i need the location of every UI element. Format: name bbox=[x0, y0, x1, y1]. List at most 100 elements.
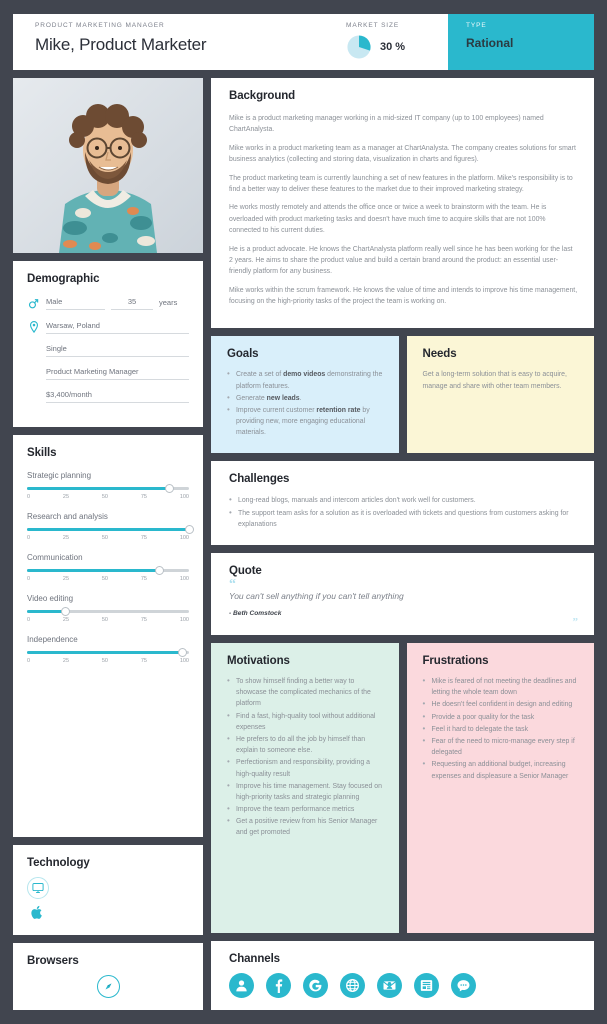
chat-message-icon[interactable] bbox=[451, 973, 476, 998]
demographic-card: Demographic Male 35 years Warsaw, Poland bbox=[13, 261, 203, 427]
skill-slider-thumb[interactable] bbox=[155, 566, 165, 575]
skill-scale-tick: 0 bbox=[27, 494, 31, 500]
skill-scale-tick: 50 bbox=[101, 617, 108, 623]
list-item: To show himself finding a better way to … bbox=[227, 675, 383, 710]
skill-scale-tick: 25 bbox=[62, 494, 70, 500]
skill-scale-tick: 0 bbox=[27, 658, 31, 664]
background-paragraph: Mike works within the scrum framework. H… bbox=[229, 286, 578, 306]
location-pin-icon bbox=[27, 320, 40, 334]
skill-slider-thumb[interactable] bbox=[61, 607, 71, 616]
list-item: Get a positive review from his Senior Ma… bbox=[227, 815, 383, 838]
skill-slider-fill bbox=[27, 569, 160, 572]
persona-type-block: TYPE Rational bbox=[448, 14, 594, 70]
demographic-row-income: $3,400/month bbox=[27, 390, 189, 403]
skill-scale-tick: 100 bbox=[179, 617, 189, 623]
blog-article-icon[interactable] bbox=[414, 973, 439, 998]
type-value: Rational bbox=[466, 36, 514, 50]
skill-scale-tick: 100 bbox=[179, 576, 189, 582]
marital-status-value[interactable]: Single bbox=[46, 344, 189, 357]
person-icon[interactable] bbox=[229, 973, 254, 998]
skill-slider[interactable] bbox=[27, 525, 194, 534]
market-size-pie-chart bbox=[347, 35, 371, 59]
skill-scale-tick: 75 bbox=[140, 658, 147, 664]
type-label: TYPE bbox=[466, 22, 487, 29]
skill-label: Independence bbox=[27, 635, 78, 644]
income-value[interactable]: $3,400/month bbox=[46, 390, 189, 403]
skill-scale-tick: 100 bbox=[179, 535, 189, 541]
facebook-icon[interactable] bbox=[266, 973, 291, 998]
skill-scale-tick: 0 bbox=[27, 576, 31, 582]
safari-compass-icon[interactable] bbox=[96, 975, 120, 998]
age-value[interactable]: 35 bbox=[111, 297, 153, 310]
skill-scale-tick: 75 bbox=[140, 494, 147, 500]
persona-header: PRODUCT MARKETING MANAGER Mike, Product … bbox=[13, 14, 594, 70]
gender-value[interactable]: Male bbox=[46, 297, 105, 310]
skill-slider-thumb[interactable] bbox=[184, 525, 194, 534]
google-icon[interactable] bbox=[303, 973, 328, 998]
skills-title: Skills bbox=[27, 447, 57, 459]
skill-scale-tick: 100 bbox=[179, 658, 189, 664]
skill-scale-tick: 0 bbox=[27, 535, 31, 541]
list-item: Perfectionism and responsibility, provid… bbox=[227, 756, 383, 779]
skill-slider[interactable] bbox=[27, 607, 189, 616]
market-size-value: 30 % bbox=[380, 41, 406, 53]
needs-title: Needs bbox=[422, 348, 457, 361]
frustrations-title: Frustrations bbox=[422, 655, 489, 668]
channels-card: Channels bbox=[211, 941, 594, 1010]
skill-label: Research and analysis bbox=[27, 512, 108, 521]
skill-scale-tick: 25 bbox=[62, 617, 70, 623]
skill-slider-fill bbox=[27, 528, 189, 531]
location-value[interactable]: Warsaw, Poland bbox=[46, 321, 189, 334]
skills-card: Skills Strategic planning 0 25 50 75 100 Resea… bbox=[13, 435, 203, 837]
skill-scale: 0 25 50 75 100 bbox=[27, 658, 189, 664]
skill-slider-thumb[interactable] bbox=[165, 484, 175, 493]
list-item: Generate new leads. bbox=[227, 392, 383, 405]
background-paragraph: He is a product advocate. He knows the C… bbox=[229, 245, 573, 276]
list-item: Long-read blogs, manuals and intercom ar… bbox=[229, 494, 578, 507]
persona-photo bbox=[13, 78, 203, 253]
skill-scale-tick: 0 bbox=[27, 617, 31, 623]
list-item: Find a fast, high-quality tool without a… bbox=[227, 710, 383, 733]
list-item: Mike is feared of not meeting the deadli… bbox=[423, 675, 579, 698]
quote-text: You can't sell anything if you can't tel… bbox=[229, 590, 404, 601]
background-paragraphs: Mike is a product marketing manager work… bbox=[229, 113, 578, 307]
desktop-monitor-icon[interactable] bbox=[27, 877, 49, 899]
market-size-block: MARKET SIZE 30 % bbox=[346, 22, 466, 60]
skill-item: Research and analysis 0 25 50 75 100 bbox=[27, 512, 194, 541]
persona-page: PRODUCT MARKETING MANAGER Mike, Product … bbox=[0, 0, 607, 1024]
list-item: The support team asks for a solution as … bbox=[229, 507, 578, 530]
skill-scale: 0 25 50 75 100 bbox=[27, 494, 189, 500]
skill-item: Independence 0 25 50 75 100 bbox=[27, 635, 189, 664]
background-paragraph: Mike is a product marketing manager work… bbox=[229, 115, 544, 134]
skill-slider[interactable] bbox=[27, 648, 189, 657]
browsers-card: Browsers bbox=[13, 943, 203, 1010]
skill-slider-thumb[interactable] bbox=[178, 648, 188, 657]
skill-slider[interactable] bbox=[27, 484, 189, 493]
demographic-row-location: Warsaw, Poland bbox=[27, 320, 189, 334]
channels-icon-row bbox=[229, 973, 578, 998]
occupation-value[interactable]: Product Marketing Manager bbox=[46, 367, 189, 380]
list-item: Improve his time management. Stay focuse… bbox=[227, 780, 383, 803]
skill-scale-tick: 75 bbox=[140, 535, 147, 541]
background-paragraph: He works mostly remotely and attends the… bbox=[229, 204, 547, 235]
demographic-row-occupation: Product Marketing Manager bbox=[27, 367, 189, 380]
goals-card: Goals Create a set of demo videos demons… bbox=[211, 336, 399, 454]
list-item: Improve current customer retention rate … bbox=[227, 404, 383, 439]
goals-title: Goals bbox=[227, 348, 259, 361]
skill-scale-tick: 100 bbox=[179, 494, 189, 500]
skill-scale-tick: 50 bbox=[101, 494, 108, 500]
skill-slider[interactable] bbox=[27, 566, 189, 575]
age-units-label: years bbox=[159, 298, 178, 307]
list-item: He prefers to do all the job by himself … bbox=[227, 733, 383, 756]
globe-web-icon[interactable] bbox=[340, 973, 365, 998]
list-item: Requesting an additional budget, increas… bbox=[423, 758, 579, 781]
needs-text: Get a long-term solution that is easy to… bbox=[422, 371, 567, 391]
demographic-row-marital: Single bbox=[27, 344, 189, 357]
apple-logo-icon[interactable] bbox=[27, 905, 189, 925]
list-item: He doesn't feel confident in design and … bbox=[423, 698, 579, 711]
background-card: Background Mike is a product marketing m… bbox=[211, 78, 594, 329]
email-newsletter-icon[interactable] bbox=[377, 973, 402, 998]
skill-item: Video editing 0 25 50 75 100 bbox=[27, 594, 189, 623]
skill-label: Video editing bbox=[27, 594, 74, 603]
quote-card: Quote “ You can't sell anything if you c… bbox=[211, 553, 594, 636]
